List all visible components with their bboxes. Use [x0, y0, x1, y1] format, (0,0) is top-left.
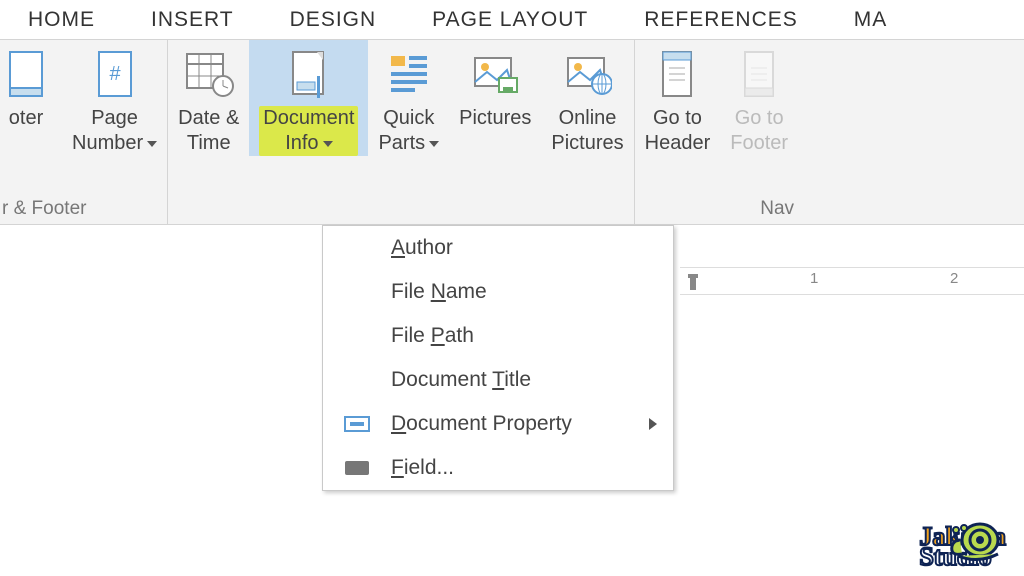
menu-file-path-label: File Path: [377, 324, 659, 348]
snail-icon: [944, 510, 1008, 566]
chevron-down-icon: [429, 141, 439, 147]
menu-file-name[interactable]: File Name: [323, 270, 673, 314]
tab-cutoff[interactable]: MA: [826, 8, 888, 32]
field-icon: [337, 459, 377, 477]
quick-parts-button[interactable]: Quick Parts: [368, 40, 449, 156]
page-number-label: Page Number: [72, 106, 157, 156]
tab-design[interactable]: DESIGN: [262, 8, 405, 32]
menu-doc-title[interactable]: Document Title: [323, 358, 673, 402]
tab-insert[interactable]: INSERT: [123, 8, 262, 32]
menu-doc-title-label: Document Title: [377, 368, 659, 392]
chevron-down-icon: [323, 141, 333, 147]
chevron-right-icon: [649, 418, 657, 430]
quick-parts-icon: [383, 48, 435, 100]
ribbon: oter # Page Number r & Footer Date & Tim…: [0, 40, 1024, 225]
tab-page-layout[interactable]: PAGE LAYOUT: [404, 8, 616, 32]
doc-info-icon: [283, 48, 335, 100]
menu-field-label: Field...: [377, 456, 659, 480]
ruler[interactable]: 1 2: [680, 267, 1024, 295]
menu-field[interactable]: Field...: [323, 446, 673, 490]
goto-footer-label: Go to Footer: [730, 106, 788, 156]
watermark-logo: Jakarta Studio: [919, 525, 1006, 568]
date-time-label: Date & Time: [178, 106, 239, 156]
doc-info-button[interactable]: Document Info: [249, 40, 368, 156]
menu-doc-property-label: Document Property: [377, 412, 649, 436]
date-time-button[interactable]: Date & Time: [168, 40, 249, 156]
pictures-label: Pictures: [459, 106, 531, 131]
menu-author-label: Author: [377, 236, 659, 260]
tab-references[interactable]: REFERENCES: [616, 8, 826, 32]
tab-home[interactable]: HOME: [0, 8, 123, 32]
svg-text:#: #: [109, 63, 121, 85]
goto-header-button[interactable]: Go to Header: [635, 40, 721, 156]
footer-icon: [0, 48, 52, 100]
menu-tabs: HOME INSERT DESIGN PAGE LAYOUT REFERENCE…: [0, 0, 1024, 40]
goto-footer-icon: [733, 48, 785, 100]
menu-doc-property[interactable]: Document Property: [323, 402, 673, 446]
menu-author[interactable]: Author: [323, 226, 673, 270]
footer-button[interactable]: oter: [0, 40, 62, 156]
pictures-button[interactable]: Pictures: [449, 40, 541, 156]
date-time-icon: [183, 48, 235, 100]
ruler-scale: 1 2: [710, 268, 1024, 295]
group-navigation: Go to Header Go to Footer Nav: [635, 40, 798, 224]
tab-stop-icon: [680, 268, 710, 295]
doc-info-menu: Author File Name File Path Document Titl…: [322, 225, 674, 491]
doc-property-icon: [337, 413, 377, 435]
online-pictures-button[interactable]: Online Pictures: [541, 40, 633, 156]
page-number-button[interactable]: # Page Number: [62, 40, 167, 156]
page-number-icon: #: [89, 48, 141, 100]
menu-file-path[interactable]: File Path: [323, 314, 673, 358]
doc-info-label: Document Info: [259, 106, 358, 156]
chevron-down-icon: [147, 141, 157, 147]
group-header-footer: oter # Page Number r & Footer: [0, 40, 168, 224]
online-pictures-icon: [562, 48, 614, 100]
group-header-footer-label: r & Footer: [0, 198, 86, 220]
goto-header-label: Go to Header: [645, 106, 711, 156]
online-pictures-label: Online Pictures: [551, 106, 623, 156]
menu-file-name-label: File Name: [377, 280, 659, 304]
group-insert: Date & Time Document Info Quick Parts Pi…: [168, 40, 635, 224]
pictures-icon: [469, 48, 521, 100]
quick-parts-label: Quick Parts: [378, 106, 439, 156]
group-navigation-label: Nav: [760, 198, 796, 220]
goto-footer-button: Go to Footer: [720, 40, 798, 156]
goto-header-icon: [651, 48, 703, 100]
footer-label: oter: [9, 106, 43, 131]
